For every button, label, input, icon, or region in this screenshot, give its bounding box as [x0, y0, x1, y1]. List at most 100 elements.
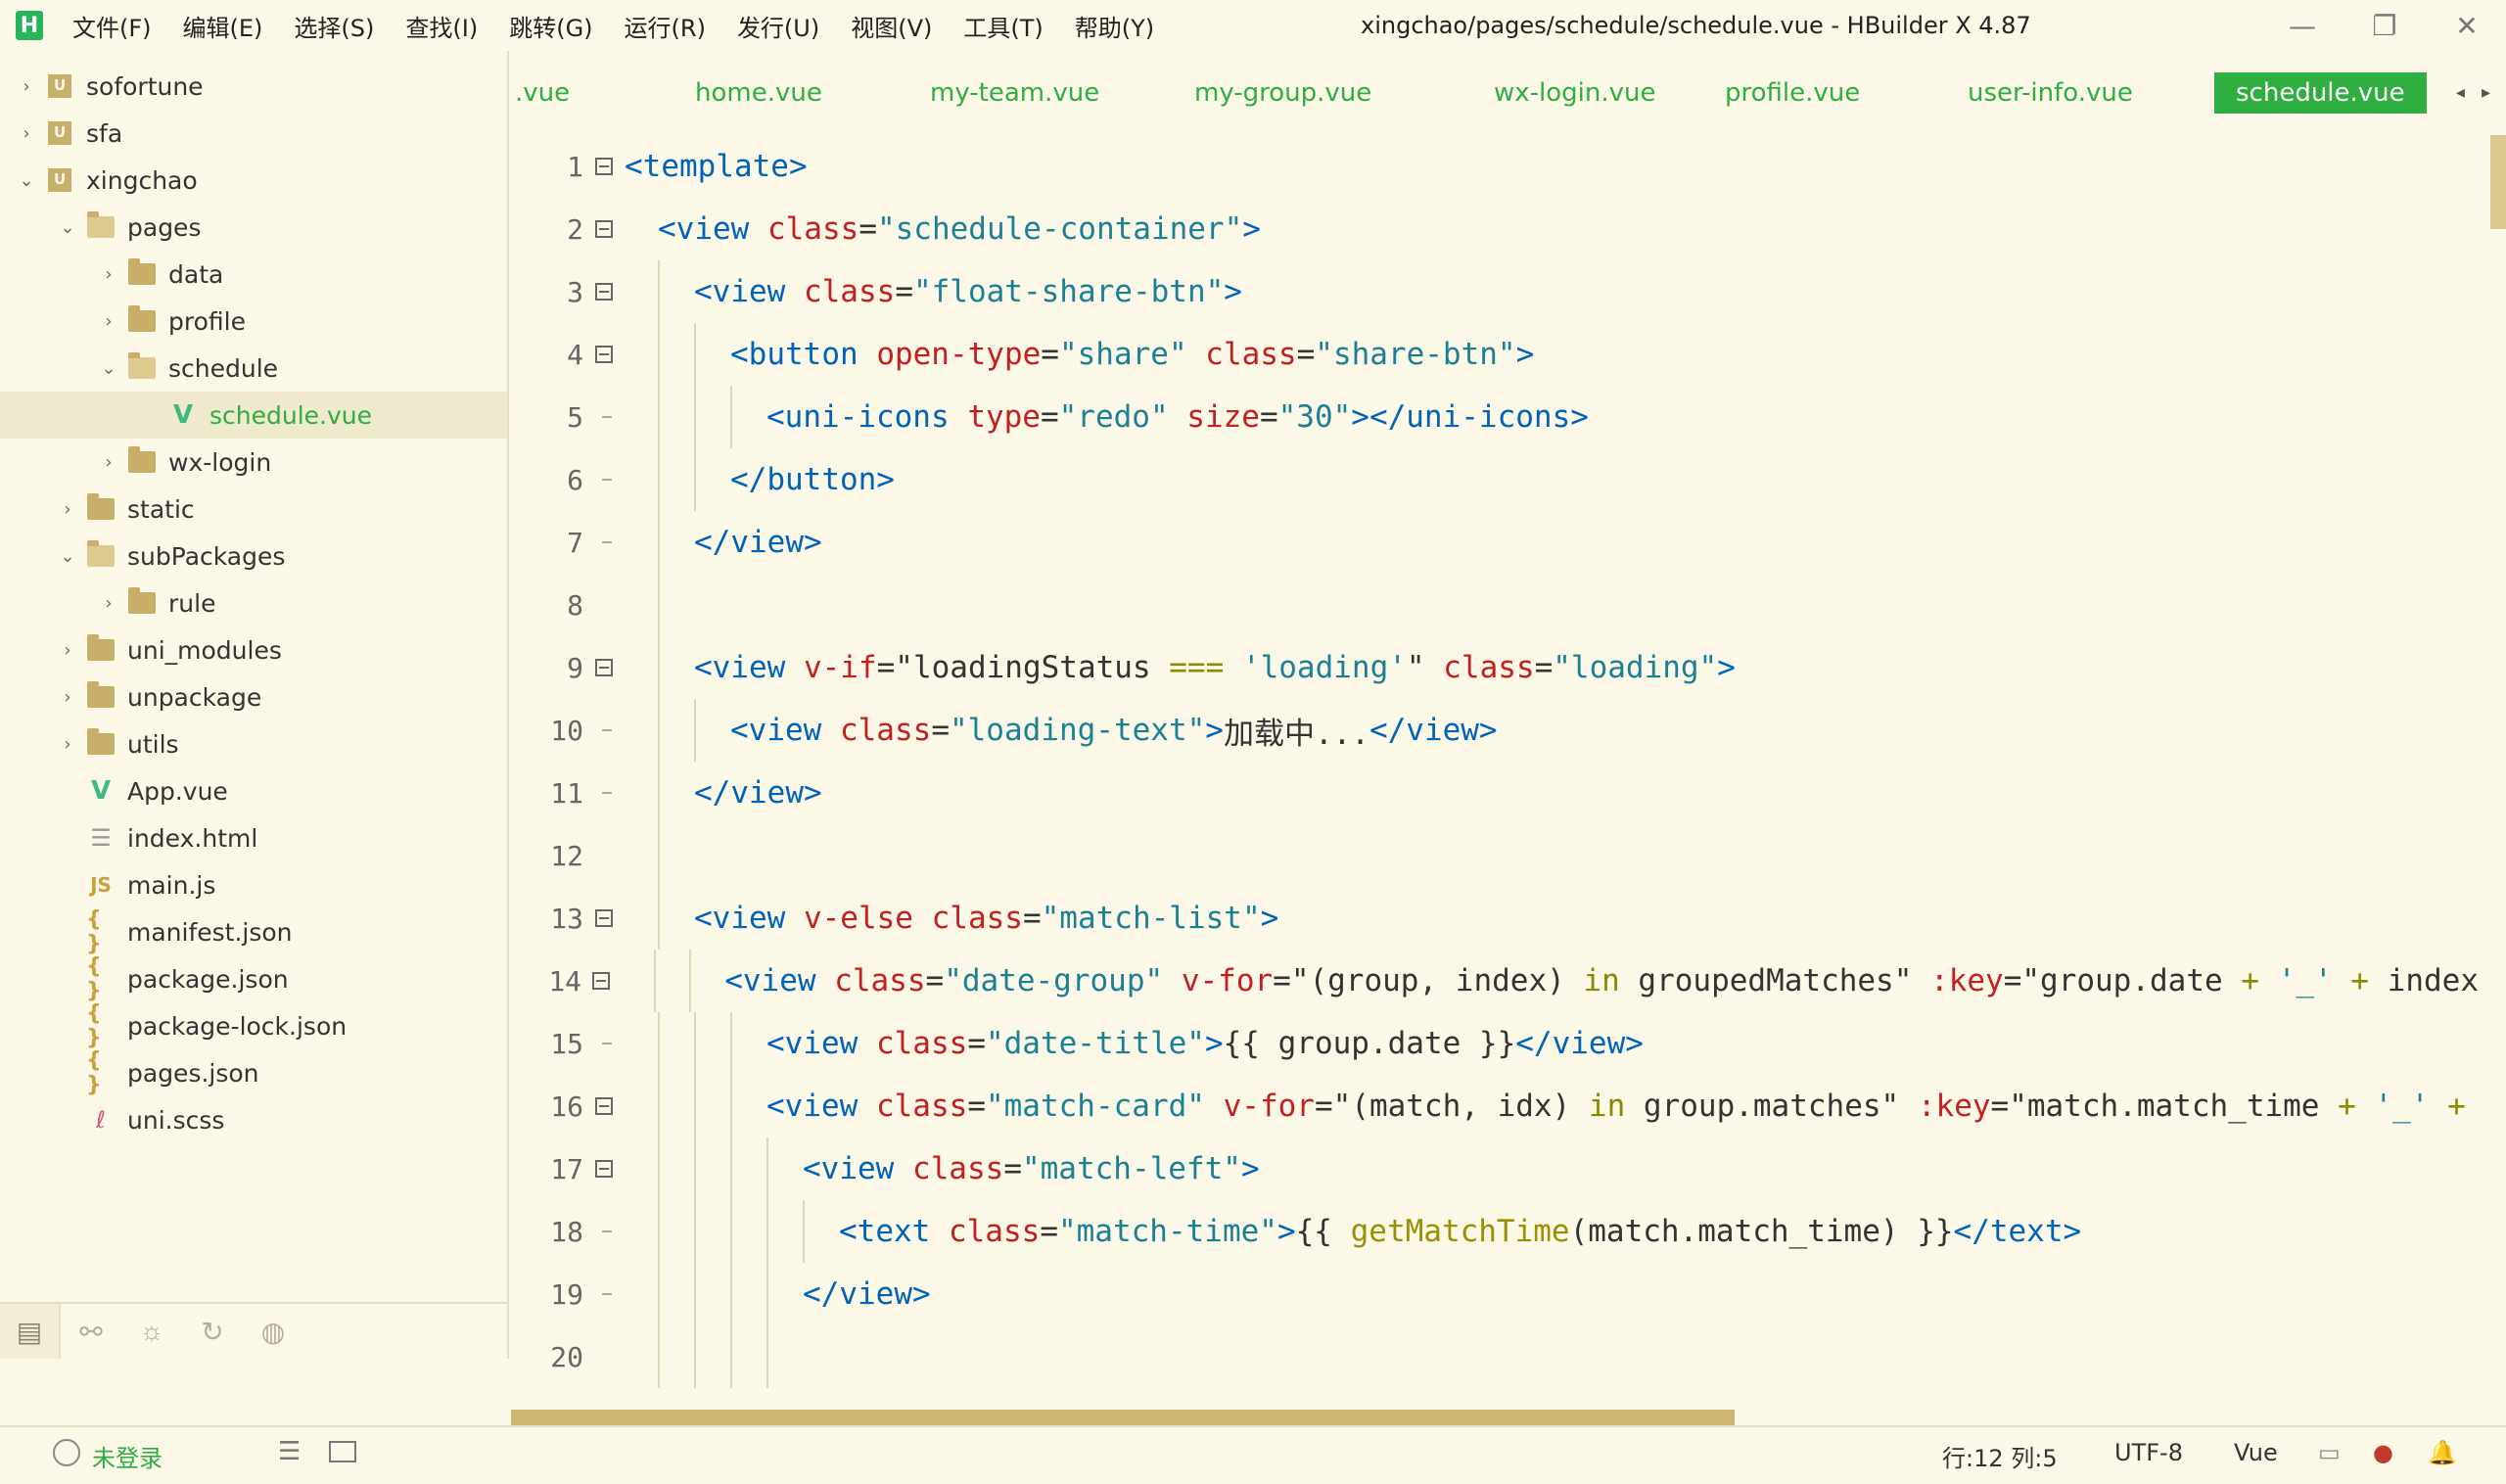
fold-toggle-icon[interactable] [583, 220, 625, 238]
tab-user-info-vue[interactable]: user-info.vue [1968, 72, 2133, 114]
chevron-icon[interactable]: › [98, 452, 119, 473]
chevron-icon[interactable]: › [98, 264, 119, 285]
tree-item-utils[interactable]: › utils [0, 720, 507, 767]
chevron-icon[interactable]: › [57, 640, 78, 661]
code-line[interactable]: 4 <button open-type = "share" class = "share-… [511, 323, 2479, 386]
binoculars-icon[interactable]: ⚯ [61, 1304, 121, 1359]
menu-item-9[interactable]: 帮助(Y) [1075, 9, 1154, 43]
tree-item-package-json[interactable]: { } package.json [0, 954, 507, 1003]
vertical-scrollbar[interactable] [2490, 135, 2506, 229]
code-line[interactable]: 6 </button> [511, 448, 2479, 511]
bell-icon[interactable]: 🔔 [2428, 1439, 2457, 1466]
tree-item-uni-scss[interactable]: ℓ uni.scss [0, 1096, 507, 1143]
list-icon[interactable]: ☰ [278, 1437, 301, 1466]
tree-item-unpackage[interactable]: › unpackage [0, 673, 507, 720]
terminal-icon[interactable] [329, 1441, 356, 1462]
sync-icon[interactable]: ● [2373, 1439, 2393, 1466]
tree-item-subpackages[interactable]: ⌄ subPackages [0, 533, 507, 580]
fold-toggle-icon[interactable] [583, 1097, 625, 1115]
chevron-icon[interactable]: › [57, 734, 78, 755]
login-status[interactable]: 未登录 [92, 1439, 162, 1473]
code-line[interactable]: 14 <view class = "date-group" v-for ="(group… [511, 950, 2479, 1012]
tree-item-index-html[interactable]: ☰ index.html [0, 814, 507, 861]
chevron-icon[interactable]: ⌄ [98, 358, 119, 379]
fold-toggle-icon[interactable] [583, 1160, 625, 1178]
code-line[interactable]: 11 </view> [511, 762, 2479, 824]
chevron-icon[interactable]: ⌄ [16, 170, 37, 191]
tab-scroll-arrows[interactable]: ◂ ▸ [2456, 82, 2496, 103]
fold-box-icon[interactable] [595, 220, 613, 238]
close-button[interactable]: ✕ [2447, 6, 2486, 45]
menu-item-6[interactable]: 发行(U) [737, 9, 819, 43]
code-line[interactable]: 9 <view v-if ="loadingStatus === 'loading'… [511, 636, 2479, 699]
code-line[interactable]: 10 <view class = "loading-text" > 加载中... </vie… [511, 699, 2479, 762]
tree-item-pages[interactable]: ⌄ pages [0, 204, 507, 251]
bug-icon[interactable]: ☼ [121, 1304, 182, 1359]
menu-item-1[interactable]: 编辑(E) [183, 9, 263, 43]
user-icon[interactable] [53, 1439, 80, 1466]
menu-item-4[interactable]: 跳转(G) [509, 9, 592, 43]
menu-item-2[interactable]: 选择(S) [294, 9, 374, 43]
code-editor[interactable]: 1 <template> 2 <view class = "schedule-contai… [511, 127, 2479, 1410]
code-line[interactable]: 13 <view v-else class = "match-list" > [511, 887, 2479, 950]
fold-box-icon[interactable] [595, 909, 613, 927]
tree-item-schedule[interactable]: ⌄ schedule [0, 345, 507, 392]
tree-item-schedule-vue[interactable]: Vschedule.vue [0, 392, 507, 439]
tab-schedule-vue[interactable]: schedule.vue [2214, 72, 2427, 114]
tree-item-rule[interactable]: › rule [0, 580, 507, 626]
code-line[interactable]: 20 [511, 1325, 2479, 1388]
tree-item-manifest-json[interactable]: { } manifest.json [0, 907, 507, 956]
menu-item-0[interactable]: 文件(F) [72, 9, 152, 43]
code-line[interactable]: 16 <view class = "match-card" v-for ="(match… [511, 1075, 2479, 1137]
tab-my-team-vue[interactable]: my-team.vue [930, 72, 1099, 114]
fold-toggle-icon[interactable] [581, 972, 622, 990]
code-line[interactable]: 12 [511, 824, 2479, 887]
tree-item-package-lock-json[interactable]: { } package-lock.json [0, 1001, 507, 1050]
tree-item-app-vue[interactable]: V App.vue [0, 767, 507, 814]
tree-item-data[interactable]: › data [0, 251, 507, 298]
menu-item-7[interactable]: 视图(V) [851, 9, 932, 43]
code-line[interactable]: 3 <view class = "float-share-btn" > [511, 260, 2479, 323]
tree-item-sofortune[interactable]: › sofortune [0, 63, 507, 110]
code-line[interactable]: 15 <view class = "date-title" >{{ group.date… [511, 1012, 2479, 1075]
language-mode[interactable]: Vue [2234, 1439, 2278, 1466]
fold-toggle-icon[interactable] [583, 909, 625, 927]
fold-toggle-icon[interactable] [583, 158, 625, 175]
fold-box-icon[interactable] [595, 659, 613, 676]
tree-item-static[interactable]: › static [0, 486, 507, 533]
menu-item-3[interactable]: 查找(I) [405, 9, 478, 43]
code-line[interactable]: 8 [511, 574, 2479, 636]
fold-toggle-icon[interactable] [583, 346, 625, 363]
code-line[interactable]: 19 </view> [511, 1263, 2479, 1325]
menu-item-5[interactable]: 运行(R) [625, 9, 706, 43]
horizontal-scrollbar[interactable] [511, 1410, 1735, 1425]
chevron-icon[interactable]: › [57, 499, 78, 520]
chevron-icon[interactable]: › [98, 311, 119, 332]
cursor-position[interactable]: 行:12 列:5 [1942, 1439, 2058, 1473]
refresh-icon[interactable]: ↻ [182, 1304, 243, 1359]
file-icon[interactable]: ▭ [2318, 1439, 2341, 1466]
fold-box-icon[interactable] [595, 346, 613, 363]
code-line[interactable]: 7 </view> [511, 511, 2479, 574]
tab--vue[interactable]: .vue [515, 72, 570, 114]
encoding-indicator[interactable]: UTF-8 [2114, 1439, 2183, 1466]
fold-box-icon[interactable] [595, 1160, 613, 1178]
code-line[interactable]: 17 <view class = "match-left" > [511, 1137, 2479, 1200]
menu-item-8[interactable]: 工具(T) [963, 9, 1043, 43]
maximize-button[interactable]: ❐ [2365, 6, 2404, 45]
globe-icon[interactable]: ◍ [243, 1304, 303, 1359]
fold-box-icon[interactable] [595, 283, 613, 301]
tree-item-profile[interactable]: › profile [0, 298, 507, 345]
chevron-icon[interactable]: › [16, 76, 37, 97]
fold-toggle-icon[interactable] [583, 283, 625, 301]
tree-item-pages-json[interactable]: { } pages.json [0, 1048, 507, 1097]
project-explorer-icon[interactable]: ▤ [0, 1304, 61, 1359]
tree-item-uni-modules[interactable]: › uni_modules [0, 626, 507, 673]
code-line[interactable]: 5 <uni-icons type = "redo" size = "30" ></uni-… [511, 386, 2479, 448]
minimize-button[interactable]: — [2283, 6, 2322, 45]
tab-home-vue[interactable]: home.vue [695, 72, 822, 114]
tree-item-sfa[interactable]: › sfa [0, 110, 507, 157]
code-line[interactable]: 18 <text class = "match-time" >{{ getMatchTi… [511, 1200, 2479, 1263]
fold-box-icon[interactable] [595, 158, 613, 175]
chevron-icon[interactable]: ⌄ [57, 546, 78, 567]
